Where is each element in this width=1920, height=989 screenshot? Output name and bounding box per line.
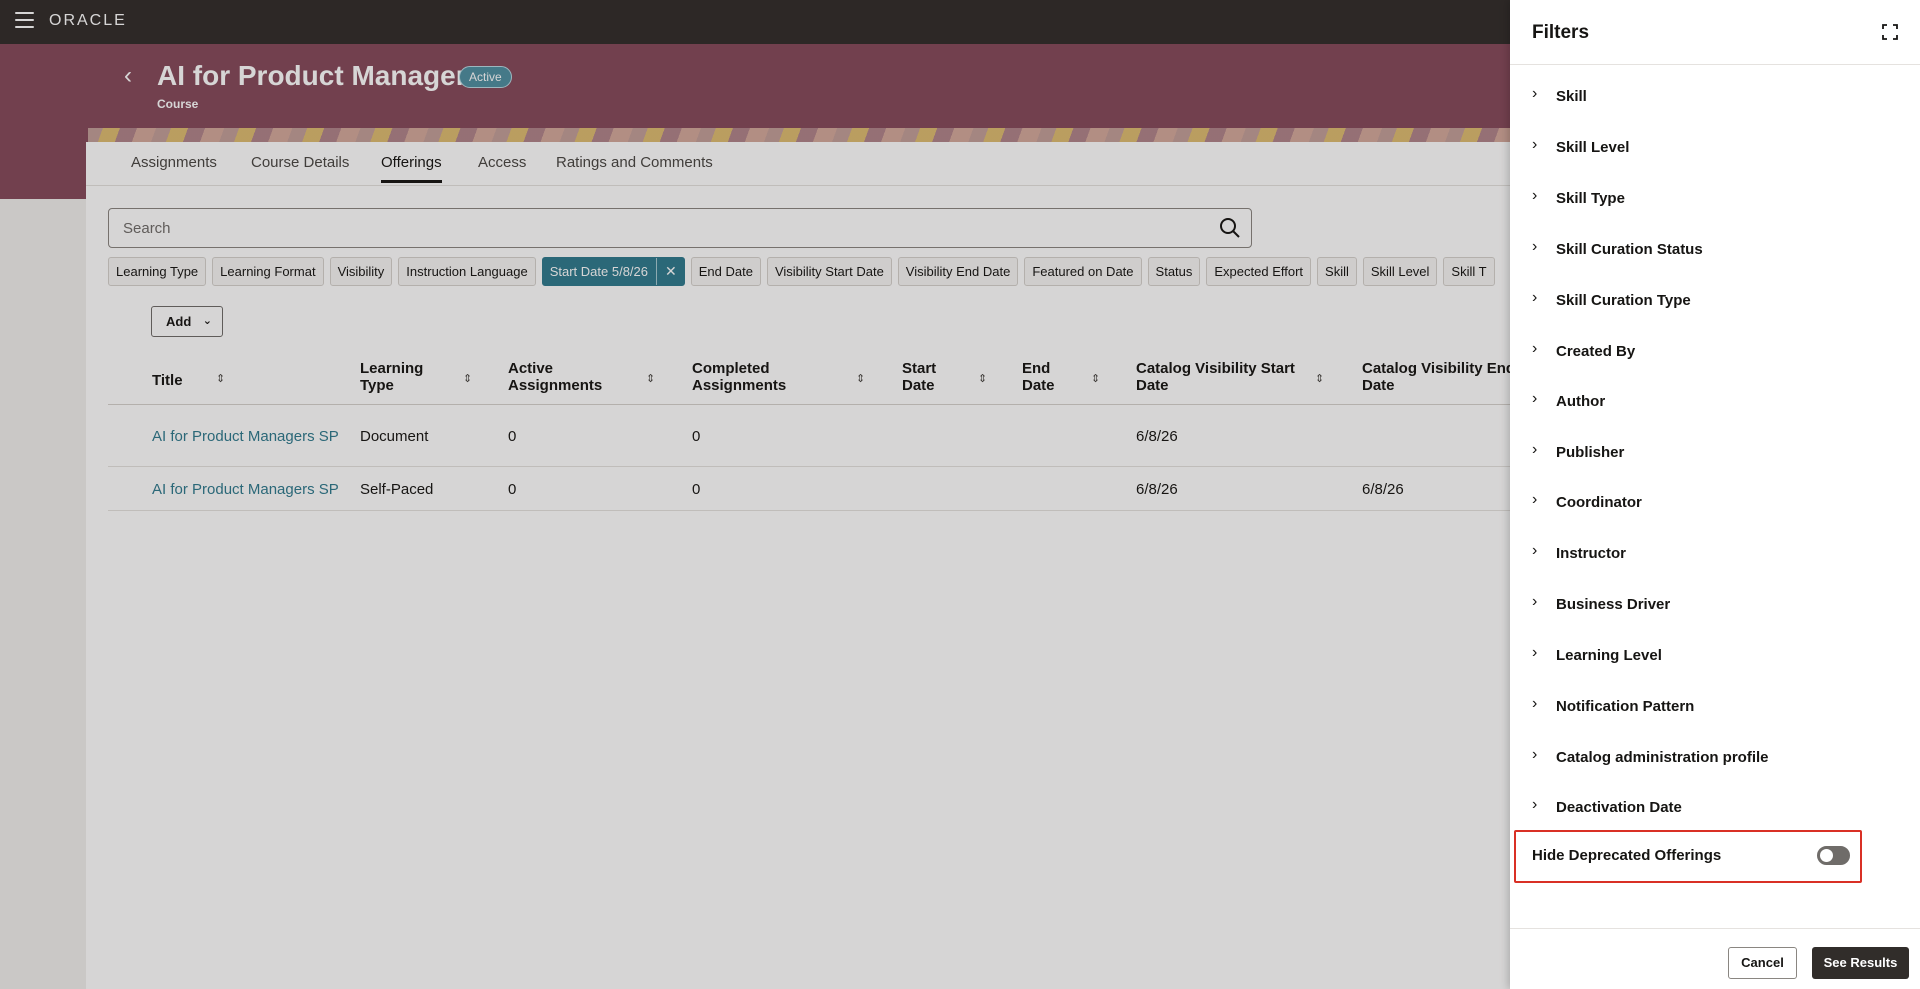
filter-label: Author [1556,393,1606,410]
filter-business-driver[interactable]: › Business Driver [1532,593,1892,617]
filter-skill-level[interactable]: › Skill Level [1532,136,1892,160]
filter-label: Deactivation Date [1556,799,1682,816]
chevron-right-icon: › [1532,695,1538,712]
filter-label: Publisher [1556,444,1625,461]
hide-deprecated-label: Hide Deprecated Offerings [1532,847,1722,864]
filter-created-by[interactable]: › Created By [1532,340,1892,364]
chevron-right-icon: › [1532,136,1538,153]
filter-label: Instructor [1556,545,1627,562]
modal-scrim[interactable] [0,0,1510,989]
expand-icon[interactable] [1882,24,1898,40]
filter-coordinator[interactable]: › Coordinator [1532,491,1892,515]
filters-drawer: Filters › Skill › Skill Level › Skill Type … [1510,0,1920,989]
chevron-right-icon: › [1532,187,1538,204]
chevron-right-icon: › [1532,289,1538,306]
filter-label: Skill Curation Type [1556,292,1691,309]
chevron-right-icon: › [1532,644,1538,661]
chevron-right-icon: › [1532,390,1538,407]
filter-label: Skill Curation Status [1556,241,1703,258]
filter-label: Catalog administration profile [1556,749,1769,766]
toggle-knob [1820,849,1833,862]
chevron-right-icon: › [1532,441,1538,458]
filter-label: Skill [1556,88,1587,105]
filter-author[interactable]: › Author [1532,390,1892,414]
chevron-right-icon: › [1532,593,1538,610]
filter-label: Skill Level [1556,139,1630,156]
filter-skill-curation-status[interactable]: › Skill Curation Status [1532,238,1892,262]
chevron-right-icon: › [1532,542,1538,559]
filter-label: Learning Level [1556,647,1662,664]
filter-label: Coordinator [1556,494,1642,511]
filter-notification-pattern[interactable]: › Notification Pattern [1532,695,1892,719]
chevron-right-icon: › [1532,238,1538,255]
filter-publisher[interactable]: › Publisher [1532,441,1892,465]
filter-skill[interactable]: › Skill [1532,85,1892,109]
hide-deprecated-row: Hide Deprecated Offerings [1514,830,1862,883]
chevron-right-icon: › [1532,85,1538,102]
drawer-header: Filters [1510,0,1920,65]
chevron-right-icon: › [1532,746,1538,763]
filter-label: Notification Pattern [1556,698,1695,715]
drawer-footer: Cancel See Results [1510,928,1920,989]
filter-label: Business Driver [1556,596,1671,613]
filter-label: Skill Type [1556,190,1625,207]
filter-label: Created By [1556,343,1636,360]
filter-skill-curation-type[interactable]: › Skill Curation Type [1532,289,1892,313]
chevron-right-icon: › [1532,491,1538,508]
filter-deactivation-date[interactable]: › Deactivation Date [1532,796,1892,820]
chevron-right-icon: › [1532,340,1538,357]
drawer-title: Filters [1532,22,1590,43]
cancel-button[interactable]: Cancel [1728,947,1797,979]
filter-catalog-administration-profile[interactable]: › Catalog administration profile [1532,746,1892,770]
filter-skill-type[interactable]: › Skill Type [1532,187,1892,211]
filter-instructor[interactable]: › Instructor [1532,542,1892,566]
chevron-right-icon: › [1532,796,1538,813]
filter-learning-level[interactable]: › Learning Level [1532,644,1892,668]
see-results-button[interactable]: See Results [1812,947,1909,979]
hide-deprecated-toggle[interactable] [1817,846,1850,865]
